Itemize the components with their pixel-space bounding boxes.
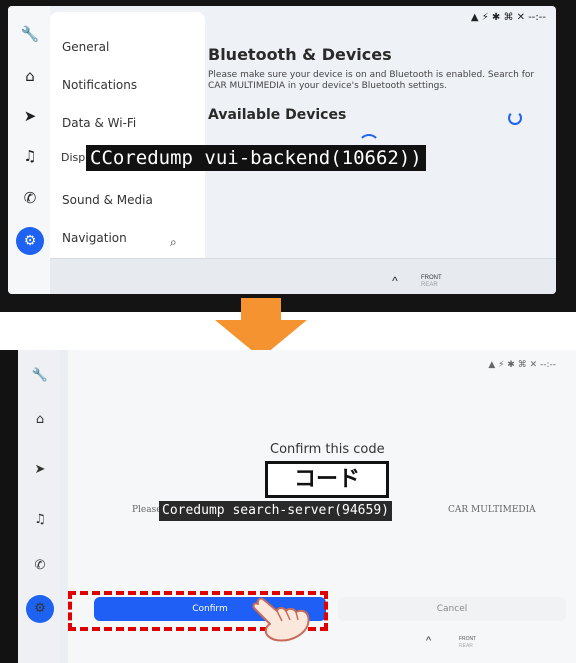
settings-gear-icon[interactable]: ⚙: [16, 227, 44, 255]
settings-gear-icon[interactable]: ⚙: [26, 595, 54, 623]
coredump-overlay: CCoredump vui-backend(10662)): [86, 145, 426, 171]
search-icon[interactable]: ⌕: [170, 235, 177, 250]
home-icon[interactable]: ⌂: [30, 410, 50, 430]
side-rail: 🔧 ⌂ ➤ ♫ ✆ ⚙: [18, 350, 60, 663]
section-title: Bluetooth & Devices: [208, 45, 392, 64]
screenshot-after: 🔧 ⌂ ➤ ♫ ✆ ⚙ ▲ ⚡ ✱ ⌘ ✕ --:-- Confirm this…: [0, 350, 576, 663]
front-rear-toggle[interactable]: FRONT REAR: [421, 275, 442, 289]
wrench-icon[interactable]: 🔧: [30, 366, 50, 386]
status-bar: ▲ ⚡ ✱ ⌘ ✕ --:--: [488, 360, 556, 370]
menu-item-notifications[interactable]: Notifications: [62, 78, 137, 92]
chevron-up-icon[interactable]: ^: [426, 635, 431, 647]
rear-label: REAR: [459, 643, 473, 649]
home-icon[interactable]: ⌂: [20, 66, 40, 86]
wrench-icon[interactable]: 🔧: [20, 24, 40, 44]
menu-item-general[interactable]: General: [62, 40, 109, 54]
menu-item-sound-media[interactable]: Sound & Media: [62, 193, 153, 207]
dialog-title: Confirm this code: [270, 442, 385, 457]
section-description: Please make sure your device is on and B…: [208, 70, 535, 91]
menu-item-display-partial[interactable]: Disp: [61, 151, 85, 164]
menu-item-data-wifi[interactable]: Data & Wi-Fi: [62, 116, 136, 130]
coredump-overlay: Coredump search-server(94659): [159, 501, 392, 521]
music-icon[interactable]: ♫: [20, 146, 40, 166]
music-icon[interactable]: ♫: [30, 510, 50, 530]
side-rail: 🔧 ⌂ ➤ ♫ ✆ ⚙: [8, 6, 50, 294]
cancel-button[interactable]: Cancel: [338, 597, 566, 621]
status-bar: ▲ ⚡ ✱ ⌘ ✕ --:--: [470, 12, 546, 23]
instruction-suffix: CAR MULTIMEDIA: [448, 505, 536, 515]
available-devices-title: Available Devices: [208, 107, 347, 123]
down-arrow-icon: [215, 298, 307, 358]
bottom-bar: [50, 258, 556, 294]
phone-icon[interactable]: ✆: [20, 188, 40, 208]
screenshot-before: 🔧 ⌂ ➤ ♫ ✆ ⚙ General Notifications Data &…: [0, 0, 576, 312]
settings-menu: General Notifications Data & Wi-Fi Sound…: [50, 12, 205, 264]
front-label: FRONT: [421, 275, 442, 281]
chevron-up-icon[interactable]: ^: [385, 271, 405, 291]
code-label: コード: [265, 461, 389, 498]
rear-label: REAR: [421, 282, 438, 288]
navigation-arrow-icon[interactable]: ➤: [20, 106, 40, 126]
pointing-hand-icon: [252, 597, 310, 642]
front-label: FRONT: [459, 636, 477, 642]
phone-icon[interactable]: ✆: [30, 556, 50, 576]
menu-item-navigation[interactable]: Navigation: [62, 231, 127, 245]
front-rear-toggle[interactable]: FRONT REAR: [459, 636, 476, 650]
loading-spinner-icon: [508, 111, 522, 125]
navigation-arrow-icon[interactable]: ➤: [30, 460, 50, 480]
